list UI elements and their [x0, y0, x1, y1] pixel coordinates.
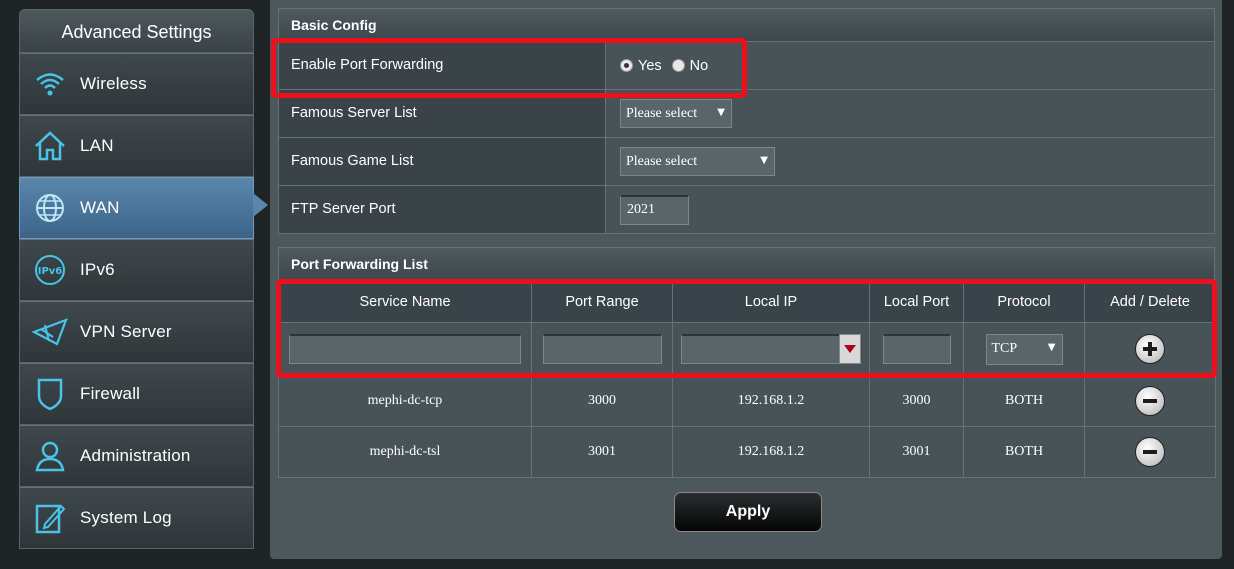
sidebar-item-label: Administration	[80, 446, 191, 465]
sidebar-item-administration[interactable]: Administration	[19, 425, 254, 487]
globe-icon	[20, 178, 80, 238]
local-ip-dropdown-button[interactable]	[839, 334, 861, 364]
shield-icon	[20, 364, 80, 424]
service-name-cell: mephi-dc-tsl	[278, 426, 532, 478]
ftp-server-port-input[interactable]: 2021	[620, 194, 689, 225]
column-header: Local Port	[869, 281, 964, 323]
basic-config-title: Basic Config	[278, 8, 1215, 42]
famous-server-list-row: Famous Server List Please select ▼	[278, 90, 1215, 138]
delete-entry-button[interactable]	[1135, 386, 1165, 416]
protocol-cell: BOTH	[963, 426, 1085, 478]
home-icon	[20, 116, 80, 176]
local-ip-combo	[681, 334, 861, 364]
active-tab-pointer	[253, 193, 268, 217]
local-port-input[interactable]	[882, 334, 951, 364]
column-header: Local IP	[672, 281, 870, 323]
sidebar-item-label: VPN Server	[80, 322, 172, 341]
sidebar-item-wireless[interactable]: Wireless	[19, 53, 254, 115]
sidebar-item-wan[interactable]: WAN	[19, 177, 254, 239]
svg-text:IPv6: IPv6	[38, 266, 63, 277]
column-header: Add / Delete	[1084, 281, 1216, 323]
new-entry-row: TCP ▼	[278, 322, 1216, 376]
table-row: mephi-dc-tsl 3001 192.168.1.2 3001 BOTH	[278, 426, 1216, 478]
sidebar-item-label: Wireless	[80, 74, 147, 93]
chevron-down-icon: ▼	[717, 107, 725, 118]
local-ip-cell: 192.168.1.2	[672, 375, 870, 427]
port-forwarding-list-title: Port Forwarding List	[278, 247, 1215, 281]
port-range-input[interactable]	[542, 334, 662, 364]
local-ip-input[interactable]	[681, 334, 861, 364]
local-port-cell: 3001	[869, 426, 964, 478]
vpn-icon	[20, 302, 80, 362]
radio-label-no: No	[689, 57, 709, 74]
sidebar-item-label: Firewall	[80, 384, 141, 403]
port-forwarding-list-section: Port Forwarding List Service Name Port R…	[278, 247, 1216, 478]
local-ip-cell: 192.168.1.2	[672, 426, 870, 478]
famous-game-list-row: Famous Game List Please select ▼	[278, 138, 1215, 186]
ipv6-icon: IPv6	[20, 240, 80, 300]
port-range-cell: 3001	[531, 426, 673, 478]
table-row: mephi-dc-tcp 3000 192.168.1.2 3000 BOTH	[278, 375, 1216, 427]
famous-game-list-label: Famous Game List	[279, 138, 606, 185]
famous-game-list-value: Please select	[626, 153, 698, 169]
wifi-icon	[20, 54, 80, 114]
port-range-cell: 3000	[531, 375, 673, 427]
column-header: Service Name	[278, 281, 532, 323]
sidebar: Advanced Settings Wireless LAN WAN IPv6 …	[19, 9, 254, 554]
protocol-select[interactable]: TCP ▼	[985, 333, 1063, 365]
enable-port-forwarding-yes-radio[interactable]: Yes	[620, 58, 662, 74]
ftp-server-port-row: FTP Server Port 2021	[278, 186, 1215, 234]
add-entry-button[interactable]	[1135, 334, 1165, 364]
famous-server-list-label: Famous Server List	[279, 90, 606, 137]
sidebar-item-vpn-server[interactable]: VPN Server	[19, 301, 254, 363]
enable-port-forwarding-no-radio[interactable]: No	[671, 57, 709, 74]
sidebar-title: Advanced Settings	[19, 9, 254, 53]
chevron-down-icon: ▼	[1047, 341, 1056, 353]
radio-dot	[671, 59, 685, 72]
sidebar-item-label: WAN	[80, 198, 120, 217]
port-forwarding-table: Service Name Port Range Local IP Local P…	[278, 281, 1216, 478]
famous-server-list-select[interactable]: Please select ▼	[620, 99, 732, 128]
main-panel: Basic Config Enable Port Forwarding Yes …	[270, 0, 1222, 559]
basic-config-section: Basic Config Enable Port Forwarding Yes …	[278, 8, 1215, 234]
service-name-cell: mephi-dc-tcp	[278, 375, 532, 427]
chevron-down-icon: ▼	[760, 155, 768, 166]
service-name-input[interactable]	[289, 334, 521, 364]
local-port-cell: 3000	[869, 375, 964, 427]
apply-button[interactable]: Apply	[674, 492, 822, 532]
protocol-cell: BOTH	[963, 375, 1085, 427]
sidebar-item-label: LAN	[80, 136, 114, 155]
sidebar-item-lan[interactable]: LAN	[19, 115, 254, 177]
log-icon	[20, 488, 80, 548]
delete-entry-button[interactable]	[1135, 437, 1165, 467]
sidebar-item-ipv6[interactable]: IPv6 IPv6	[19, 239, 254, 301]
column-header: Protocol	[963, 281, 1085, 323]
enable-port-forwarding-row: Enable Port Forwarding Yes No	[278, 42, 1215, 90]
sidebar-item-firewall[interactable]: Firewall	[19, 363, 254, 425]
user-icon	[20, 426, 80, 486]
enable-port-forwarding-label: Enable Port Forwarding	[279, 42, 606, 89]
sidebar-item-label: IPv6	[80, 260, 115, 279]
radio-dot	[620, 59, 633, 72]
column-header: Port Range	[531, 281, 673, 323]
ftp-server-port-label: FTP Server Port	[279, 186, 606, 233]
famous-server-list-value: Please select	[626, 105, 698, 121]
famous-game-list-select[interactable]: Please select ▼	[620, 147, 775, 176]
sidebar-item-system-log[interactable]: System Log	[19, 487, 254, 549]
protocol-value: TCP	[991, 341, 1018, 356]
table-header-row: Service Name Port Range Local IP Local P…	[278, 281, 1216, 323]
radio-label-yes: Yes	[638, 57, 662, 74]
sidebar-item-label: System Log	[80, 508, 172, 527]
